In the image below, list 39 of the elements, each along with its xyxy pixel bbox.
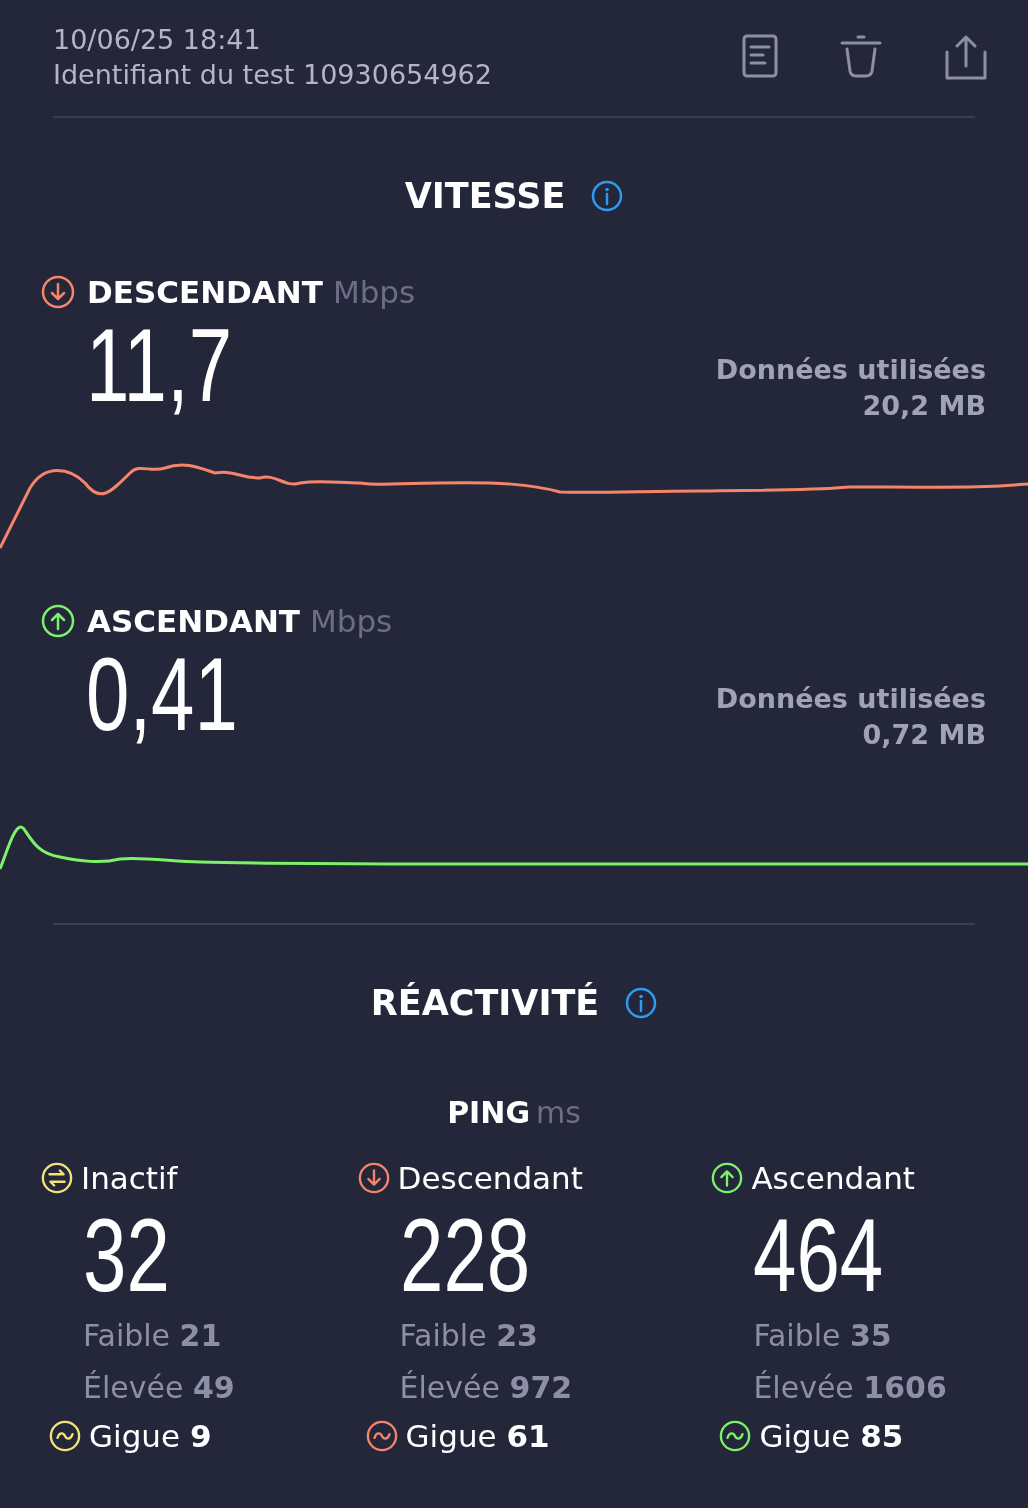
ping-value: 32	[83, 1200, 170, 1310]
data-used-label: Données utilisées	[715, 353, 986, 387]
ping-value: 228	[399, 1200, 530, 1310]
high-ping: Élevée 972	[399, 1369, 573, 1407]
speed-value: 0,41	[86, 639, 238, 749]
speed-title: VITESSE	[404, 176, 566, 216]
ping-label: PING	[447, 1095, 530, 1130]
trash-icon[interactable]	[840, 34, 882, 78]
document-icon[interactable]	[742, 34, 778, 78]
jitter: Gigue 61	[405, 1418, 550, 1454]
responsiveness-title: RÉACTIVITÉ	[370, 983, 600, 1023]
high-ping: Élevée 49	[83, 1369, 235, 1407]
unit-label: Mbps	[332, 274, 416, 310]
data-used-label: Données utilisées	[715, 682, 986, 716]
ping-value: 464	[753, 1200, 884, 1310]
test-datetime: 10/06/25 18:41	[53, 23, 262, 57]
low-ping: Faible 35	[753, 1317, 892, 1355]
info-icon[interactable]	[625, 987, 658, 1019]
data-used-value: 20,2 MB	[862, 389, 986, 423]
speed-value: 11,7	[86, 310, 233, 420]
low-ping: Faible 21	[83, 1317, 222, 1355]
test-label: DESCENDANT	[87, 274, 323, 310]
jitter: Gigue 9	[89, 1418, 212, 1454]
wave-icon	[49, 1420, 81, 1452]
info-icon[interactable]	[591, 180, 624, 212]
wave-icon	[365, 1420, 398, 1452]
data-used-value: 0,72 MB	[862, 718, 986, 752]
unit-label: Mbps	[310, 603, 393, 639]
wave-icon	[719, 1420, 752, 1452]
share-icon[interactable]	[944, 34, 988, 80]
ping-type-label: Descendant	[397, 1160, 583, 1196]
ping-type-label: Ascendant	[751, 1160, 915, 1196]
unit-label: ms	[536, 1095, 581, 1130]
jitter: Gigue 85	[759, 1418, 904, 1454]
test-label: ASCENDANT	[87, 603, 300, 639]
test-id: Identifiant du test 10930654962	[53, 58, 492, 92]
low-ping: Faible 23	[399, 1317, 538, 1355]
high-ping: Élevée 1606	[753, 1369, 947, 1407]
ping-type-label: Inactif	[81, 1160, 178, 1196]
